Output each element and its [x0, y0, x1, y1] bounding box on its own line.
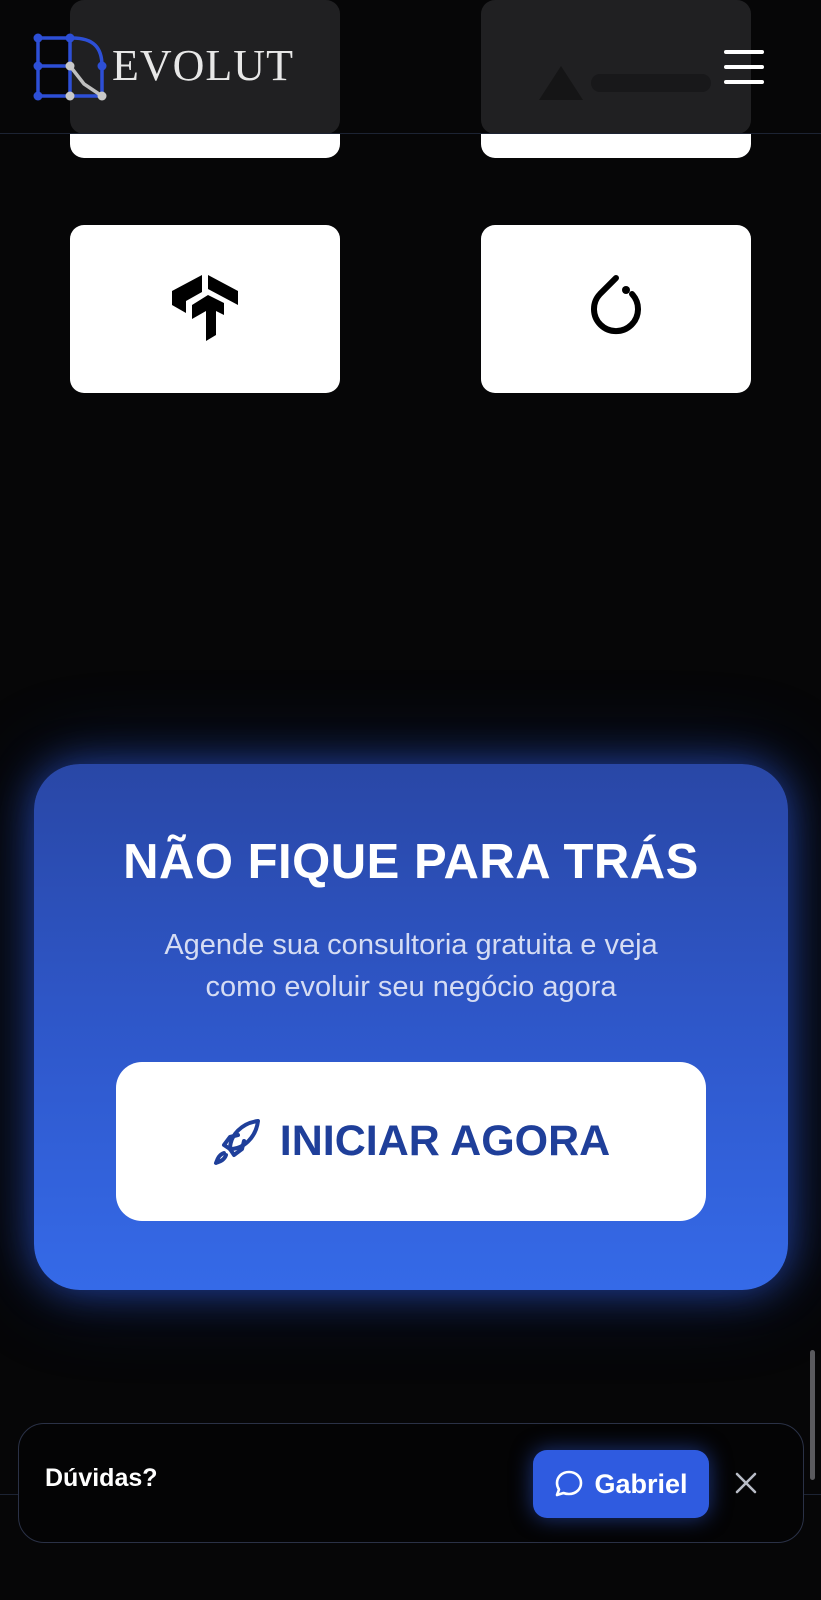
hamburger-menu-icon[interactable] — [724, 50, 764, 84]
chat-widget: Dúvidas? Gabriel — [18, 1423, 804, 1543]
brand-name: EVOLUT — [112, 40, 294, 90]
close-icon[interactable] — [731, 1468, 761, 1498]
tensorflow-card — [70, 225, 340, 393]
circuit-e-logo-icon — [33, 33, 107, 101]
start-now-label: INICIAR AGORA — [279, 1117, 611, 1165]
cta-section: NÃO FIQUE PARA TRÁS Agende sua consultor… — [34, 764, 788, 1290]
start-now-button[interactable]: INICIAR AGORA — [116, 1062, 706, 1221]
cta-subtitle: Agende sua consultoria gratuita e veja c… — [124, 924, 698, 1008]
chat-question: Dúvidas? — [45, 1464, 158, 1492]
chat-agent-button[interactable]: Gabriel — [533, 1450, 709, 1518]
cta-title: NÃO FIQUE PARA TRÁS — [123, 835, 699, 889]
page-scrollbar[interactable] — [810, 1350, 815, 1480]
chat-bubble-icon — [556, 1470, 583, 1497]
brand-logo[interactable]: EVOLUT — [32, 32, 294, 102]
rocket-icon — [213, 1118, 260, 1165]
site-header: EVOLUT — [0, 0, 821, 134]
cta-subtitle-line-2: como evoluir seu negócio agora — [205, 971, 617, 1003]
chat-agent-label: Gabriel — [594, 1468, 688, 1499]
pytorch-icon — [591, 275, 641, 335]
cta-subtitle-line-1: Agende sua consultoria gratuita e veja — [164, 929, 658, 961]
pytorch-card — [481, 225, 751, 393]
tensorflow-icon — [172, 275, 238, 341]
